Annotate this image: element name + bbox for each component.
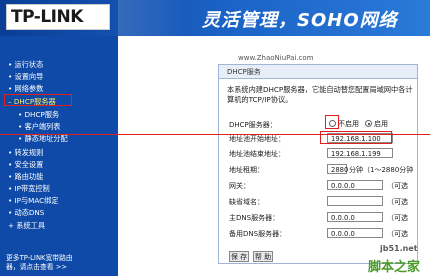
watermark-brand: 脚本之家 <box>368 260 421 275</box>
start-address-highlight-box <box>320 131 392 144</box>
help-button[interactable]: 帮 助 <box>253 251 273 262</box>
tplink-logo: TP-LINK <box>6 4 110 30</box>
sidebar-item[interactable]: • 动态DNS <box>8 208 44 218</box>
start-address-label: 地址池开始地址： <box>229 135 285 143</box>
dhcp-on-radio[interactable] <box>365 120 372 127</box>
sidebar-item[interactable]: • 静态地址分配 <box>18 134 68 144</box>
panel-description: 本系统内建DHCP服务器，它能自动替您配置局域网中各计算机的TCP/IP协议。 <box>227 85 413 104</box>
watermark-site: jb51.net <box>380 244 418 253</box>
logo-text: TP-LINK <box>11 7 83 27</box>
end-address-input[interactable]: 192.168.1.199 <box>327 148 393 158</box>
banner-decoration <box>118 0 188 36</box>
primary-dns-label: 主DNS服务器： <box>229 214 280 222</box>
sidebar-item[interactable]: + 系统工具 <box>8 221 45 231</box>
sidebar-footer-link[interactable]: 更多TP-LINK宽带路由 器，请点击查看 >> <box>6 254 73 272</box>
end-address-label: 地址池结束地址： <box>229 150 285 158</box>
secondary-dns-label: 备用DNS服务器： <box>229 230 287 238</box>
watermark-url: www.ZhaoNiuPai.com <box>238 54 314 62</box>
sidebar-item[interactable]: • 路由功能 <box>8 172 43 182</box>
dhcp-settings-panel: DHCP服务 本系统内建DHCP服务器，它能自动替您配置局域网中各计算机的TCP… <box>218 64 418 264</box>
sidebar-item[interactable]: • 网络参数 <box>8 84 43 94</box>
sidebar-item[interactable]: • 安全设置 <box>8 160 43 170</box>
footer-line-1: 更多TP-LINK宽带路由 <box>6 254 73 262</box>
sidebar-item[interactable]: • 运行状态 <box>8 60 43 70</box>
annotation-line <box>0 134 430 135</box>
sidebar-item[interactable]: • 转发规则 <box>8 148 43 158</box>
panel-title: DHCP服务 <box>227 68 261 76</box>
sidebar-item[interactable]: • IP与MAC绑定 <box>8 196 59 206</box>
banner-slogan: 灵活管理，SOHO网络 <box>202 10 398 31</box>
page-header: TP-LINK 灵活管理，SOHO网络 <box>0 0 430 36</box>
panel-title-bar: DHCP服务 <box>219 65 417 79</box>
lease-time-input[interactable]: 2880 <box>327 164 348 174</box>
sidebar-item[interactable]: • 设置向导 <box>8 72 43 82</box>
radio-highlight-box <box>325 115 339 129</box>
dhcp-on-label: 启用 <box>374 120 388 128</box>
domain-optional: （可选 <box>387 198 408 206</box>
default-domain-label: 缺省域名： <box>229 198 264 206</box>
sidebar-item[interactable]: • 客户端列表 <box>18 122 60 132</box>
secondary-dns-input[interactable]: 0.0.0.0 <box>327 228 383 238</box>
default-domain-input[interactable] <box>327 196 383 206</box>
gateway-input[interactable]: 0.0.0.0 <box>327 180 383 190</box>
gateway-label: 网关： <box>229 182 250 190</box>
sidebar-item[interactable]: • IP带宽控制 <box>8 184 50 194</box>
primary-dns-input[interactable]: 0.0.0.0 <box>327 212 383 222</box>
primary-dns-optional: （可选 <box>387 214 408 222</box>
lease-time-label: 地址租期： <box>229 166 264 174</box>
save-button[interactable]: 保 存 <box>229 251 249 262</box>
lease-time-unit: 分钟（1～2880分钟 <box>349 166 414 174</box>
footer-line-2: 器，请点击查看 >> <box>6 263 68 271</box>
dhcp-off-label: 不启用 <box>338 120 359 128</box>
sidebar-item[interactable]: • DHCP服务 <box>18 110 59 120</box>
gateway-optional: （可选 <box>387 182 408 190</box>
dhcp-server-label: DHCP服务器： <box>229 121 277 129</box>
secondary-dns-optional: （可选 <box>387 230 408 238</box>
dhcp-menu-highlight <box>4 94 72 106</box>
